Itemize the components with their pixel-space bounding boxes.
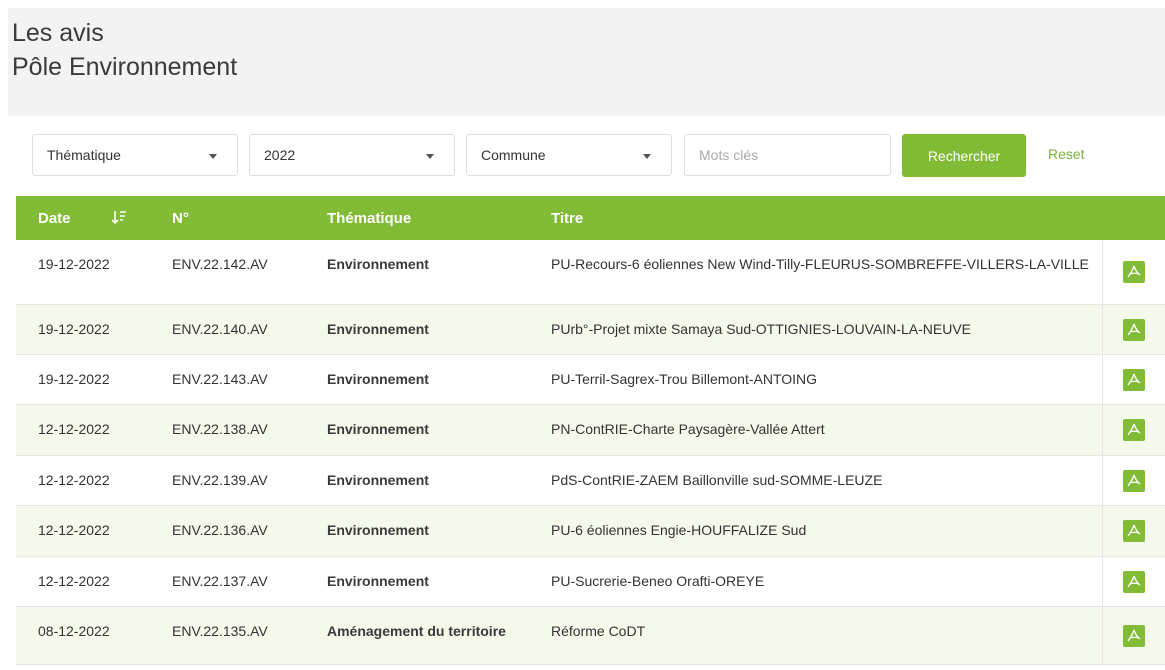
table-row: 19-12-2022 ENV.22.143.AV Environnement PU-T… xyxy=(16,354,1165,405)
pdf-download-button[interactable] xyxy=(1122,570,1145,593)
table-row: 12-12-2022 ENV.22.137.AV Environnement PU-S… xyxy=(16,556,1165,607)
chevron-down-icon xyxy=(426,154,434,159)
commune-select[interactable]: Commune xyxy=(466,134,672,176)
cell-date: 08-12-2022 xyxy=(16,606,150,665)
pdf-download-button[interactable] xyxy=(1122,368,1145,391)
column-header-actions xyxy=(1102,196,1165,240)
column-header-titre: Titre xyxy=(551,209,584,227)
table-row: 12-12-2022 ENV.22.136.AV Environnement PU-6… xyxy=(16,505,1165,557)
cell-thematique: Environnement xyxy=(305,304,529,355)
page-header: Les avis Pôle Environnement xyxy=(8,8,1165,116)
pdf-icon xyxy=(1127,629,1141,641)
pdf-icon xyxy=(1127,266,1141,278)
cell-number: ENV.22.137.AV xyxy=(150,556,305,607)
cell-number: ENV.22.138.AV xyxy=(150,404,305,456)
cell-actions xyxy=(1101,455,1165,506)
column-header-number: N° xyxy=(172,209,189,227)
cell-actions xyxy=(1101,404,1165,456)
cell-thematique: Environnement xyxy=(305,354,529,405)
cell-number: ENV.22.139.AV xyxy=(150,455,305,506)
cell-thematique: Environnement xyxy=(305,404,529,456)
pdf-icon xyxy=(1127,474,1141,486)
cell-date: 19-12-2022 xyxy=(16,354,150,405)
cell-titre[interactable]: PU-Sucrerie-Beneo Orafti-OREYE xyxy=(529,556,1102,607)
cell-number: ENV.22.142.AV xyxy=(150,240,305,305)
page-title: Les avis xyxy=(12,19,104,47)
column-header-thematique: Thématique xyxy=(327,209,412,227)
cell-number: ENV.22.136.AV xyxy=(150,505,305,557)
filter-bar: Thématique 2022 Commune Rechercher Reset xyxy=(0,116,1165,196)
pdf-download-button[interactable] xyxy=(1122,624,1145,647)
cell-date: 12-12-2022 xyxy=(16,455,150,506)
column-header-date[interactable]: Date xyxy=(16,196,150,240)
sort-descending-icon xyxy=(112,211,126,225)
cell-actions xyxy=(1101,606,1165,665)
cell-thematique: Environnement xyxy=(305,455,529,506)
cell-number: ENV.22.140.AV xyxy=(150,304,305,355)
pdf-icon xyxy=(1127,524,1141,537)
pdf-download-button[interactable] xyxy=(1122,419,1145,441)
thematique-select[interactable]: Thématique xyxy=(32,134,238,176)
cell-date: 12-12-2022 xyxy=(16,505,150,557)
cell-titre[interactable]: PUrb°-Projet mixte Samaya Sud-OTTIGNIES-… xyxy=(529,304,1102,355)
pdf-icon xyxy=(1127,575,1141,587)
table-row: 19-12-2022 ENV.22.140.AV Environnement PUrb… xyxy=(16,304,1165,355)
page-subtitle: Pôle Environnement xyxy=(12,53,238,81)
cell-titre[interactable]: PN-ContRIE-Charte Paysagère-Vallée Atter… xyxy=(529,404,1102,456)
cell-date: 12-12-2022 xyxy=(16,404,150,456)
keywords-input[interactable] xyxy=(684,134,891,176)
pdf-download-button[interactable] xyxy=(1122,469,1145,492)
cell-thematique: Environnement xyxy=(305,556,529,607)
table-header-row: Date N° Thématique Titre xyxy=(16,196,1165,240)
cell-date: 19-12-2022 xyxy=(16,240,150,305)
thematique-select-value: Thématique xyxy=(47,147,121,163)
cell-actions xyxy=(1101,505,1165,557)
cell-date: 12-12-2022 xyxy=(16,556,150,607)
cell-actions xyxy=(1101,556,1165,607)
commune-select-value: Commune xyxy=(481,147,546,163)
pdf-icon xyxy=(1127,373,1141,385)
cell-actions xyxy=(1101,354,1165,405)
chevron-down-icon xyxy=(209,154,217,159)
cell-date: 19-12-2022 xyxy=(16,304,150,355)
cell-titre[interactable]: PU-Terril-Sagrex-Trou Billemont-ANTOING xyxy=(529,354,1102,405)
pdf-download-button[interactable] xyxy=(1122,520,1145,542)
cell-titre[interactable]: PU-Recours-6 éoliennes New Wind-Tilly-FL… xyxy=(529,240,1102,305)
cell-thematique: Environnement xyxy=(305,505,529,557)
table-row: 12-12-2022 ENV.22.138.AV Environnement PN-C… xyxy=(16,404,1165,456)
year-select[interactable]: 2022 xyxy=(249,134,455,176)
pdf-download-button[interactable] xyxy=(1122,261,1145,284)
cell-number: ENV.22.143.AV xyxy=(150,354,305,405)
pdf-download-button[interactable] xyxy=(1122,318,1145,341)
search-button[interactable]: Rechercher xyxy=(902,134,1026,177)
table-row: 12-12-2022 ENV.22.139.AV Environnement PdS-… xyxy=(16,455,1165,506)
cell-actions xyxy=(1101,304,1165,355)
pdf-icon xyxy=(1127,323,1141,335)
avis-table: Date N° Thématique Titre 19-12-2022 ENV.2… xyxy=(16,196,1165,665)
cell-titre[interactable]: PU-6 éoliennes Engie-HOUFFALIZE Sud xyxy=(529,505,1102,557)
cell-titre[interactable]: PdS-ContRIE-ZAEM Baillonville sud-SOMME-… xyxy=(529,455,1102,506)
chevron-down-icon xyxy=(643,154,651,159)
table-row: 08-12-2022 ENV.22.135.AV Aménagement du te… xyxy=(16,606,1165,665)
reset-link[interactable]: Reset xyxy=(1048,146,1085,162)
cell-thematique: Environnement xyxy=(305,240,529,305)
cell-number: ENV.22.135.AV xyxy=(150,606,305,665)
table-row: 19-12-2022 ENV.22.142.AV Environnement PU-R… xyxy=(16,240,1165,305)
cell-actions xyxy=(1101,240,1165,305)
cell-titre[interactable]: Réforme CoDT xyxy=(529,606,1102,665)
cell-thematique: Aménagement du territoire xyxy=(305,606,529,665)
year-select-value: 2022 xyxy=(264,147,296,163)
pdf-icon xyxy=(1127,423,1141,436)
